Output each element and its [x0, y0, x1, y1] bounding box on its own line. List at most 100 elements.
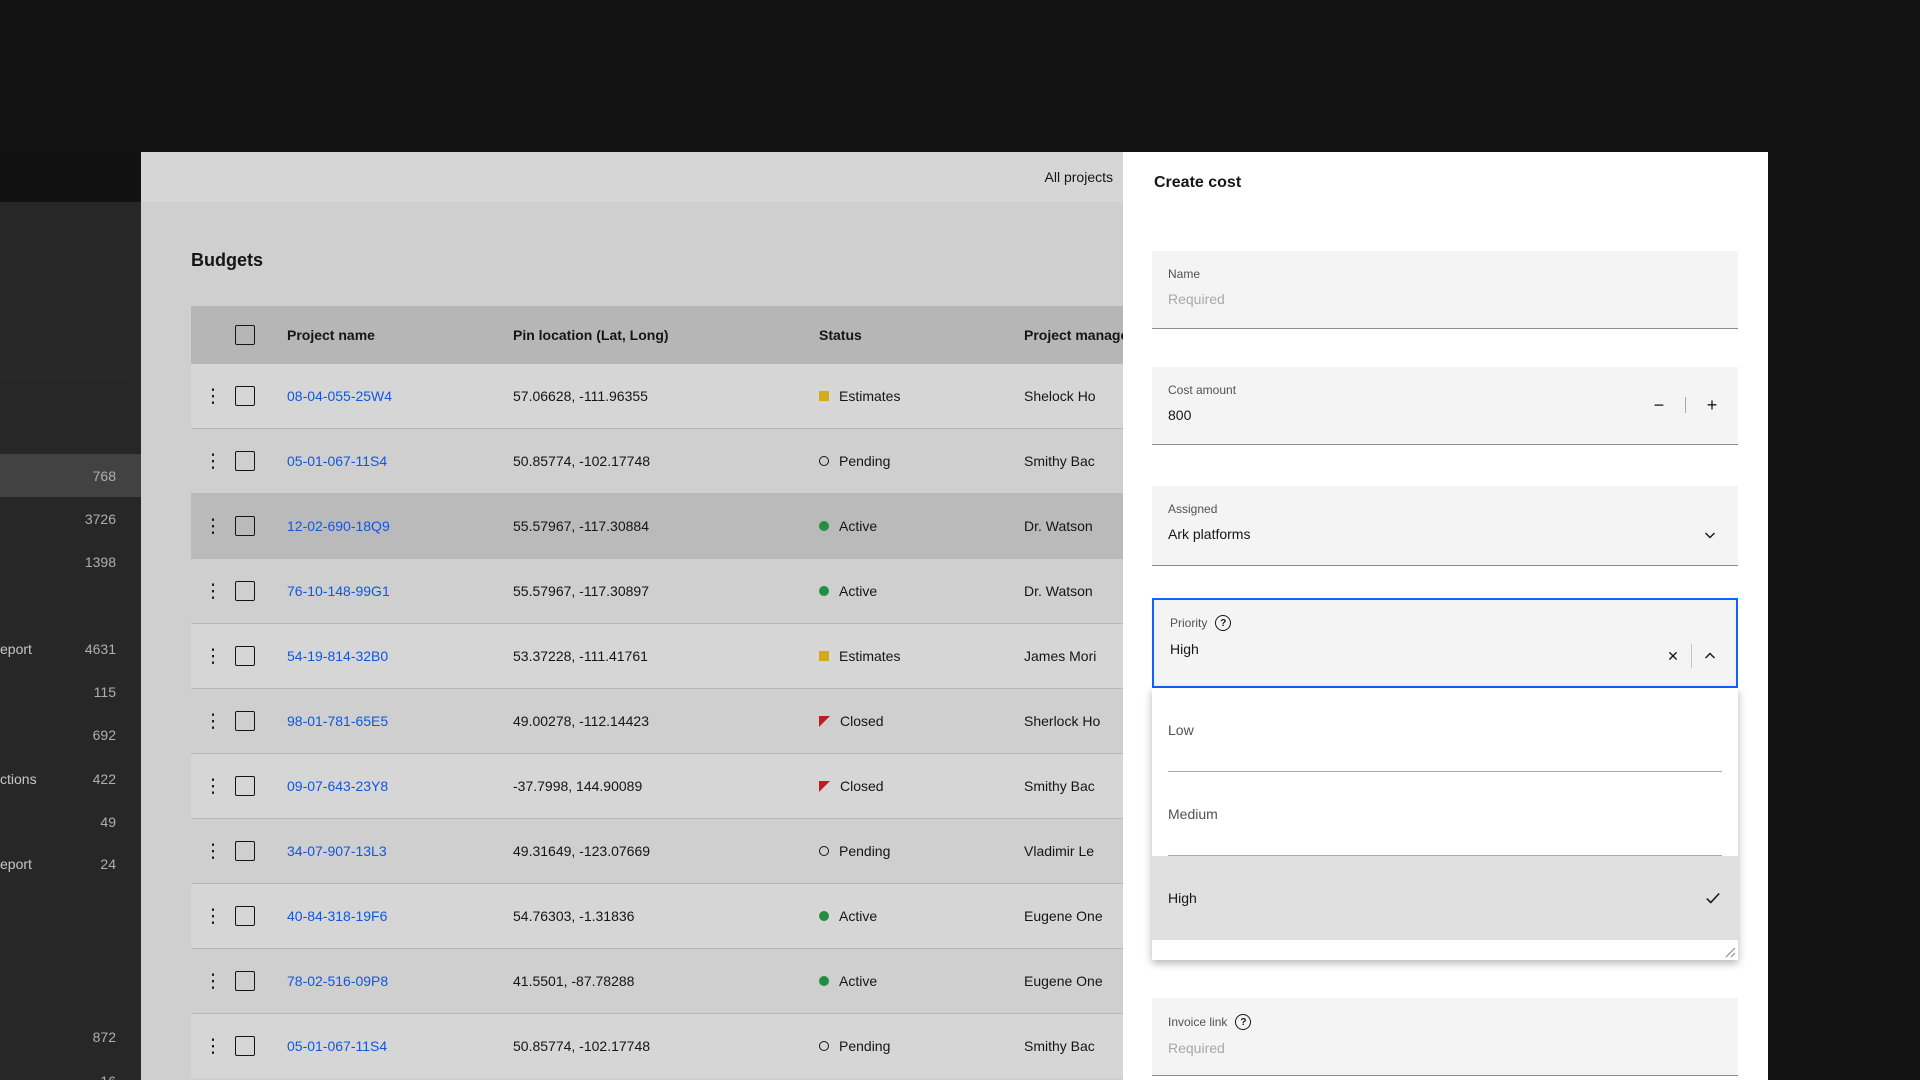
- sidebar-item[interactable]: 692: [0, 713, 141, 756]
- project-name-link[interactable]: 78-02-516-09P8: [287, 973, 388, 989]
- column-header-pin-location[interactable]: Pin location (Lat, Long): [513, 327, 819, 343]
- resize-handle-icon[interactable]: [1722, 944, 1736, 958]
- project-name-link[interactable]: 98-01-781-65E5: [287, 713, 388, 729]
- row-checkbox[interactable]: [235, 971, 255, 991]
- row-overflow-menu-icon[interactable]: ⋮: [204, 907, 223, 926]
- status-label: Estimates: [839, 648, 901, 664]
- row-checkbox[interactable]: [235, 906, 255, 926]
- project-name-link[interactable]: 54-19-814-32B0: [287, 648, 388, 664]
- table-row[interactable]: ⋮ 78-02-516-09P8 41.5501, -87.78288 Acti…: [191, 948, 1123, 1013]
- sidebar-item[interactable]: 872: [0, 1015, 141, 1058]
- help-icon[interactable]: ?: [1235, 1014, 1252, 1030]
- status-icon: [819, 1041, 829, 1051]
- row-overflow-menu-icon[interactable]: ⋮: [204, 582, 223, 601]
- project-manager-cell: Sherlock Ho: [1024, 713, 1101, 729]
- invoice-link-input[interactable]: Required: [1168, 1040, 1722, 1056]
- row-overflow-menu-icon[interactable]: ⋮: [204, 842, 223, 861]
- sidebar-item-label: ctions: [0, 770, 37, 787]
- decrement-button[interactable]: −: [1633, 385, 1685, 425]
- row-checkbox[interactable]: [235, 646, 255, 666]
- increment-button[interactable]: +: [1686, 385, 1738, 425]
- sidebar-item[interactable]: 16: [0, 1059, 141, 1080]
- row-checkbox[interactable]: [235, 711, 255, 731]
- sidebar-item[interactable]: eport 24: [0, 842, 141, 885]
- name-field[interactable]: Name Required: [1152, 251, 1738, 329]
- row-overflow-menu-icon[interactable]: ⋮: [204, 387, 223, 406]
- row-overflow-menu-icon[interactable]: ⋮: [204, 712, 223, 731]
- cost-amount-field[interactable]: Cost amount 800 − +: [1152, 367, 1738, 445]
- sidebar-item-count: 768: [92, 467, 116, 484]
- column-header-project-manager[interactable]: Project manager: [1024, 327, 1123, 343]
- clear-selection-button[interactable]: ✕: [1655, 640, 1691, 672]
- row-overflow-menu-icon[interactable]: ⋮: [204, 972, 223, 991]
- table-row[interactable]: ⋮ 05-01-067-11S4 50.85774, -102.17748 Pe…: [191, 428, 1123, 493]
- status-label: Active: [839, 908, 878, 924]
- pin-location-cell: 53.37228, -111.41761: [513, 648, 648, 664]
- table-row[interactable]: ⋮ 76-10-148-99G1 55.57967, -117.30897 Ac…: [191, 558, 1123, 623]
- project-name-link[interactable]: 12-02-690-18Q9: [287, 518, 390, 534]
- sidebar-item[interactable]: 49: [0, 800, 141, 843]
- status-label: Pending: [839, 843, 891, 859]
- all-projects-control[interactable]: All projects: [1045, 169, 1113, 185]
- table-row[interactable]: ⋮ 12-02-690-18Q9 55.57967, -117.30884 Ac…: [191, 493, 1123, 558]
- assigned-field[interactable]: Assigned Ark platforms: [1152, 486, 1738, 566]
- priority-dropdown-toggle[interactable]: [1692, 640, 1728, 672]
- status-cell: Estimates: [819, 388, 1024, 404]
- row-checkbox[interactable]: [235, 776, 255, 796]
- row-checkbox[interactable]: [235, 581, 255, 601]
- row-checkbox[interactable]: [235, 841, 255, 861]
- select-all-checkbox[interactable]: [235, 324, 255, 345]
- invoice-link-field[interactable]: Invoice link ? Required: [1152, 998, 1738, 1076]
- sidebar-item[interactable]: eport 4631: [0, 627, 141, 670]
- sidebar-item-count: 3726: [84, 510, 116, 527]
- sidebar-item[interactable]: 115: [0, 670, 141, 713]
- row-overflow-menu-icon[interactable]: ⋮: [204, 777, 223, 796]
- status-label: Closed: [840, 713, 884, 729]
- project-name-link[interactable]: 76-10-148-99G1: [287, 583, 390, 599]
- dropdown-option[interactable]: High: [1152, 856, 1738, 940]
- sidebar-item[interactable]: ctions 422: [0, 757, 141, 800]
- row-checkbox[interactable]: [235, 451, 255, 471]
- assigned-dropdown-toggle[interactable]: [1692, 519, 1728, 551]
- sidebar-item[interactable]: 768: [0, 454, 141, 497]
- project-name-link[interactable]: 40-84-318-19F6: [287, 908, 387, 924]
- table-row[interactable]: ⋮ 98-01-781-65E5 49.00278, -112.14423 Cl…: [191, 688, 1123, 753]
- dropdown-option[interactable]: Low: [1152, 688, 1738, 772]
- invoice-link-label: Invoice link: [1168, 1015, 1228, 1029]
- assigned-value[interactable]: Ark platforms: [1168, 526, 1722, 542]
- row-overflow-menu-icon[interactable]: ⋮: [204, 1037, 223, 1056]
- project-name-link[interactable]: 05-01-067-11S4: [287, 1038, 387, 1054]
- help-icon[interactable]: ?: [1215, 615, 1232, 631]
- project-name-link[interactable]: 09-07-643-23Y8: [287, 778, 388, 794]
- name-input[interactable]: Required: [1168, 291, 1722, 307]
- sidebar-item[interactable]: 3726: [0, 497, 141, 540]
- row-overflow-menu-icon[interactable]: ⋮: [204, 452, 223, 471]
- row-overflow-menu-icon[interactable]: ⋮: [204, 517, 223, 536]
- table-row[interactable]: ⋮ 09-07-643-23Y8 -37.7998, 144.90089 Clo…: [191, 753, 1123, 818]
- dropdown-option-label: Medium: [1168, 806, 1218, 822]
- status-icon: [819, 780, 830, 792]
- column-header-project-name[interactable]: Project name: [287, 327, 513, 343]
- priority-value[interactable]: High: [1170, 641, 1720, 657]
- sidebar-item-count: 692: [92, 726, 116, 743]
- table-row[interactable]: ⋮ 34-07-907-13L3 49.31649, -123.07669 Pe…: [191, 818, 1123, 883]
- status-icon: [819, 976, 829, 986]
- row-checkbox[interactable]: [235, 386, 255, 406]
- table-row[interactable]: ⋮ 05-01-067-11S4 50.85774, -102.17748 Pe…: [191, 1013, 1123, 1078]
- row-overflow-menu-icon[interactable]: ⋮: [204, 647, 223, 666]
- project-name-link[interactable]: 08-04-055-25W4: [287, 388, 392, 404]
- dropdown-option[interactable]: Medium: [1152, 772, 1738, 856]
- status-cell: Active: [819, 518, 1024, 534]
- priority-field[interactable]: Priority ? High ✕: [1152, 598, 1738, 688]
- table-row[interactable]: ⋮ 40-84-318-19F6 54.76303, -1.31836 Acti…: [191, 883, 1123, 948]
- table-row[interactable]: ⋮ 54-19-814-32B0 53.37228, -111.41761 Es…: [191, 623, 1123, 688]
- table-row[interactable]: ⋮ 08-04-055-25W4 57.06628, -111.96355 Es…: [191, 363, 1123, 428]
- project-name-link[interactable]: 05-01-067-11S4: [287, 453, 387, 469]
- project-name-link[interactable]: 34-07-907-13L3: [287, 843, 387, 859]
- row-checkbox[interactable]: [235, 1036, 255, 1056]
- row-checkbox[interactable]: [235, 516, 255, 536]
- main-content: All projects Budgets Project name Pin lo…: [141, 152, 1123, 1080]
- column-header-status[interactable]: Status: [819, 327, 1024, 343]
- sidebar-item[interactable]: 1398: [0, 540, 141, 583]
- project-manager-cell: Smithy Bac: [1024, 453, 1095, 469]
